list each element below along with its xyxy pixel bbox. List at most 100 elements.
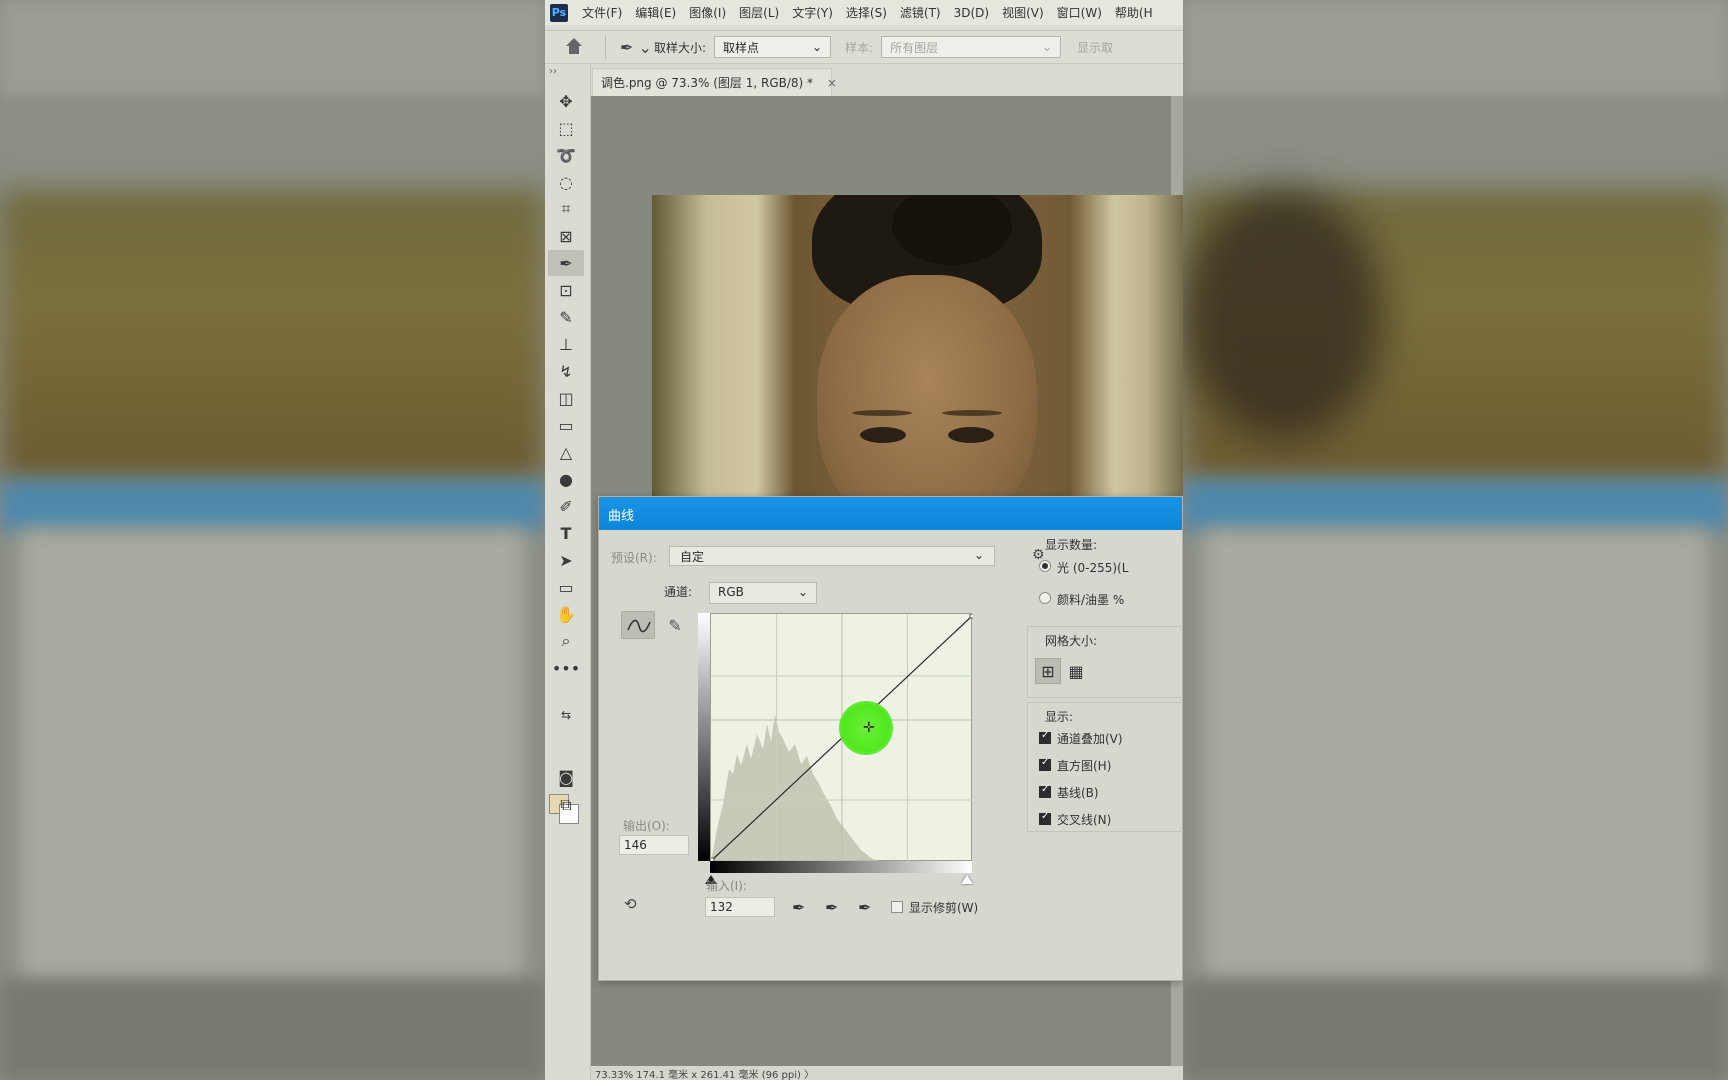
grid-size-label: 网格大小:: [1045, 634, 1098, 648]
baseline-label: 基线(B): [1057, 786, 1099, 800]
eyedropper-icon[interactable]: ✒: [548, 250, 584, 276]
menu-type[interactable]: 文字(Y): [792, 4, 833, 21]
detailed-grid-icon[interactable]: ▦: [1063, 658, 1089, 684]
smooth-reset-icon[interactable]: ⟲: [624, 895, 637, 913]
blurred-backdrop-right: [1183, 0, 1728, 1080]
preset-select[interactable]: 自定 ⌄: [669, 546, 995, 566]
close-icon[interactable]: ×: [827, 76, 837, 90]
histogram-label: 直方图(H): [1057, 759, 1112, 773]
tools-panel: ›› ✥ ⬚ ➰ ◌ ⌗ ⊠ ✒ ⊡ ✎ ⊥ ↯ ◫ ▭ △ ● ✐ T ➤ ▭…: [545, 64, 591, 1080]
photoshop-window: Ps 文件(F) 编辑(E) 图像(I) 图层(L) 文字(Y) 选择(S) 滤…: [545, 0, 1183, 1080]
show-amount-label: 显示数量:: [1045, 538, 1098, 552]
menu-3d[interactable]: 3D(D): [954, 6, 989, 20]
menu-select[interactable]: 选择(S): [846, 4, 887, 21]
brush-icon[interactable]: ✎: [548, 304, 584, 330]
pigment-radio[interactable]: [1039, 592, 1051, 604]
sample-select[interactable]: 所有图层 ⌄: [881, 36, 1062, 58]
pencil-icon[interactable]: ✎: [663, 613, 687, 637]
menu-edit[interactable]: 编辑(E): [635, 4, 676, 21]
input-field[interactable]: 132: [705, 897, 775, 917]
menu-image[interactable]: 图像(I): [689, 4, 726, 21]
chevron-down-icon: ⌄: [973, 548, 984, 562]
preset-label: 预设(R):: [611, 551, 657, 565]
pen-icon[interactable]: ✐: [548, 493, 584, 519]
display-label: 显示:: [1045, 710, 1074, 724]
gray-eyedropper-icon[interactable]: ✒: [825, 898, 838, 917]
sample-value: 所有图层: [890, 40, 939, 55]
blurred-backdrop-left: [0, 0, 545, 1080]
menu-filter[interactable]: 滤镜(T): [900, 4, 941, 21]
screen-mode-icon[interactable]: ⧉: [548, 792, 584, 818]
menu-bar: Ps 文件(F) 编辑(E) 图像(I) 图层(L) 文字(Y) 选择(S) 滤…: [545, 0, 1183, 25]
output-label: 输出(O):: [623, 819, 670, 833]
stamp-icon[interactable]: ⊥: [548, 331, 584, 357]
status-bar: 73.33% 174.1 毫米 x 261.41 毫米 (96 ppi) 〉: [591, 1066, 1183, 1080]
output-field[interactable]: 146: [619, 835, 689, 855]
dialog-title[interactable]: 曲线: [599, 497, 1182, 530]
curve-icon: [627, 619, 651, 633]
intersection-label: 交叉线(N): [1057, 813, 1112, 827]
crop-icon[interactable]: ⌗: [548, 196, 584, 222]
black-eyedropper-icon[interactable]: ✒: [792, 898, 805, 917]
curve-point[interactable]: [969, 614, 973, 619]
rectangle-icon[interactable]: ▭: [548, 574, 584, 600]
frame-icon[interactable]: ⊠: [548, 223, 584, 249]
sample-label: 样本:: [845, 40, 874, 55]
input-label: 输入(I):: [706, 879, 747, 893]
quick-mask-icon[interactable]: ◙: [548, 764, 584, 790]
white-eyedropper-icon[interactable]: ✒: [858, 898, 871, 917]
light-label: 光 (0-255)(L: [1057, 561, 1129, 575]
curve-mode-button[interactable]: [621, 611, 655, 639]
channel-overlay-checkbox[interactable]: [1039, 730, 1051, 744]
chevron-down-icon: ⌄: [811, 40, 823, 54]
document-tab-title: 调色.png @ 73.3% (图层 1, RGB/8) *: [601, 76, 814, 90]
patch-icon[interactable]: ⊡: [548, 277, 584, 303]
menu-file[interactable]: 文件(F): [582, 4, 622, 21]
document-tabs: 调色.png @ 73.3% (图层 1, RGB/8) * ×: [592, 68, 1183, 96]
document-tab[interactable]: 调色.png @ 73.3% (图层 1, RGB/8) * ×: [592, 68, 837, 96]
chevron-down-icon: ⌄: [1042, 40, 1053, 54]
dodge-icon[interactable]: ●: [548, 466, 584, 492]
histogram-checkbox[interactable]: [1039, 757, 1051, 771]
more-icon[interactable]: •••: [548, 655, 584, 681]
show-clipping-checkbox[interactable]: [891, 901, 903, 913]
baseline-checkbox[interactable]: [1039, 784, 1051, 798]
menu-window[interactable]: 窗口(W): [1057, 4, 1102, 21]
light-radio[interactable]: [1039, 560, 1051, 572]
white-point-slider[interactable]: [961, 875, 973, 884]
menu-layer[interactable]: 图层(L): [739, 4, 779, 21]
lasso-icon[interactable]: ➰: [548, 142, 584, 168]
intersection-checkbox[interactable]: [1039, 811, 1051, 825]
menu-help[interactable]: 帮助(H: [1115, 4, 1153, 21]
swap-colors-icon[interactable]: ⇆: [548, 702, 584, 728]
hand-icon[interactable]: ✋: [548, 601, 584, 627]
input-gradient-bar: [710, 861, 972, 873]
display-options-panel: 显示数量: 光 (0-255)(L 颜料/油墨 % 网格大小: ⊞ ▦ 显示: …: [1027, 530, 1183, 950]
move-icon[interactable]: ✥: [548, 88, 584, 114]
show-clipping-label: 显示修剪(W): [909, 901, 979, 915]
eraser-icon[interactable]: ◫: [548, 385, 584, 411]
ps-logo-icon: Ps: [550, 3, 568, 22]
type-icon[interactable]: T: [548, 520, 584, 546]
simple-grid-icon[interactable]: ⊞: [1035, 658, 1061, 684]
eyedropper-preset-icon[interactable]: ✒ ⌄: [620, 38, 654, 57]
sample-size-select[interactable]: 取样点 ⌄: [714, 36, 832, 58]
crosshair-cursor-icon: ✛: [863, 720, 875, 736]
output-gradient-bar: [698, 613, 710, 861]
history-brush-icon[interactable]: ↯: [548, 358, 584, 384]
home-icon[interactable]: [563, 36, 585, 58]
gradient-icon[interactable]: ▭: [548, 412, 584, 438]
path-select-icon[interactable]: ➤: [548, 547, 584, 573]
zoom-icon[interactable]: ⌕: [548, 628, 584, 654]
separator: [605, 35, 606, 59]
blur-icon[interactable]: △: [548, 439, 584, 465]
sample-size-label: 取样大小:: [654, 40, 707, 55]
channel-overlay-label: 通道叠加(V): [1057, 732, 1123, 746]
quick-select-icon[interactable]: ◌: [548, 169, 584, 195]
channel-value: RGB: [718, 585, 744, 599]
expand-icon[interactable]: ››: [549, 66, 557, 77]
menu-view[interactable]: 视图(V): [1002, 4, 1044, 21]
channel-select[interactable]: RGB ⌄: [709, 582, 817, 604]
marquee-icon[interactable]: ⬚: [548, 115, 584, 141]
show-sampling-ring-label[interactable]: 显示取: [1077, 39, 1113, 56]
